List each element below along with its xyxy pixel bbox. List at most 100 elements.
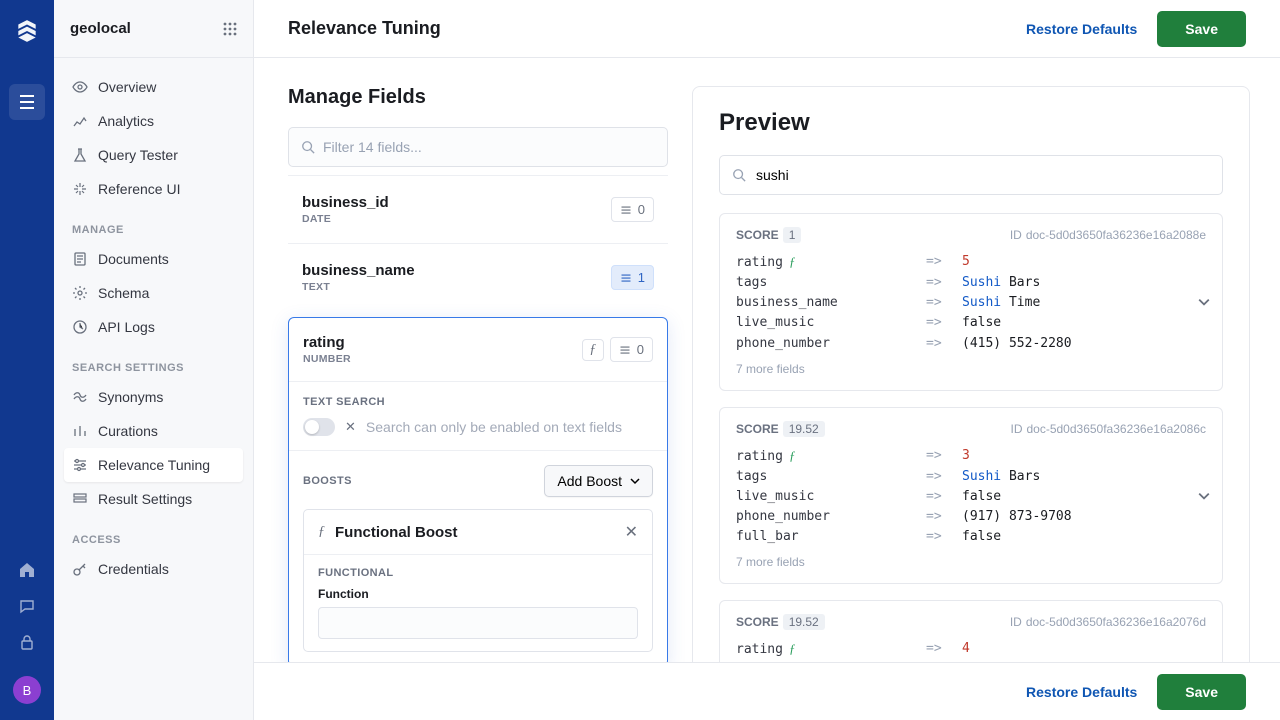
field-row-business-name[interactable]: business_name TEXT 1 xyxy=(288,243,668,311)
nav-synonyms[interactable]: Synonyms xyxy=(64,380,243,414)
result-key: phone_number xyxy=(736,507,926,527)
flask-icon xyxy=(72,147,88,163)
preview-heading: Preview xyxy=(719,109,1223,137)
nav-result-settings[interactable]: Result Settings xyxy=(64,482,243,516)
arrow: => xyxy=(926,293,962,313)
boost-title: Functional Boost xyxy=(335,524,615,541)
function-icon: ƒ xyxy=(318,524,325,540)
sliders-icon xyxy=(72,457,88,473)
text-search-label: TEXT SEARCH xyxy=(303,396,653,408)
chat-icon[interactable] xyxy=(9,588,45,624)
arrow: => xyxy=(926,639,962,660)
nav-section-access: ACCESS xyxy=(64,516,243,552)
search-icon xyxy=(732,168,746,182)
disabled-icon: ✕ xyxy=(345,419,356,435)
result-key: ratingƒ xyxy=(736,252,926,273)
restore-defaults-link[interactable]: Restore Defaults xyxy=(1026,21,1137,37)
filter-fields-input[interactable] xyxy=(323,139,655,155)
nav-api-logs[interactable]: API Logs xyxy=(64,310,243,344)
arrow: => xyxy=(926,446,962,467)
boost-count-badge: 0 xyxy=(611,197,654,222)
nav-relevance-tuning[interactable]: Relevance Tuning xyxy=(64,448,243,482)
nav-overview[interactable]: Overview xyxy=(64,70,243,104)
engine-name: geolocal xyxy=(70,20,223,37)
doc-id: IDdoc-5d0d3650fa36236e16a2076d xyxy=(1010,615,1206,629)
nav-label: Overview xyxy=(98,79,156,95)
chevron-down-icon[interactable] xyxy=(1198,490,1210,502)
result-key: live_music xyxy=(736,487,926,507)
field-row-business-id[interactable]: business_id DATE 0 xyxy=(288,175,668,243)
text-search-toggle xyxy=(303,418,335,436)
nav: Overview Analytics Query Tester Referenc… xyxy=(54,58,253,598)
text-search-disabled-msg: Search can only be enabled on text field… xyxy=(366,419,622,435)
restore-defaults-link-bottom[interactable]: Restore Defaults xyxy=(1026,684,1137,700)
field-type: DATE xyxy=(302,213,611,225)
close-icon[interactable]: ✕ xyxy=(625,522,638,542)
home-icon[interactable] xyxy=(9,552,45,588)
clock-icon xyxy=(72,319,88,335)
result-key: tags xyxy=(736,467,926,487)
arrow: => xyxy=(926,487,962,507)
nav-label: Analytics xyxy=(98,113,154,129)
preview-search-input[interactable] xyxy=(756,167,1210,183)
nav-section-manage: MANAGE xyxy=(64,206,243,242)
nav-label: API Logs xyxy=(98,319,155,335)
result-key: phone_number xyxy=(736,334,926,354)
arrow: => xyxy=(926,273,962,293)
nav-analytics[interactable]: Analytics xyxy=(64,104,243,138)
nav-label: Reference UI xyxy=(98,181,180,197)
doc-id: IDdoc-5d0d3650fa36236e16a2086c xyxy=(1010,422,1206,436)
function-select[interactable] xyxy=(318,607,638,639)
add-boost-button[interactable]: Add Boost xyxy=(544,465,653,497)
field-name: rating xyxy=(303,334,582,351)
result-fields: ratingƒ=>3tags=>Sushi Barslive_music=>fa… xyxy=(736,446,1206,548)
nav-section-search: SEARCH SETTINGS xyxy=(64,344,243,380)
nav-rail: B xyxy=(0,0,54,720)
nav-credentials[interactable]: Credentials xyxy=(64,552,243,586)
search-icon xyxy=(301,140,315,154)
arrow: => xyxy=(926,313,962,333)
synonyms-icon xyxy=(72,389,88,405)
lock-icon[interactable] xyxy=(9,624,45,660)
result-key: live_music xyxy=(736,313,926,333)
nav-label: Credentials xyxy=(98,561,169,577)
user-avatar[interactable]: B xyxy=(13,676,41,704)
nav-documents[interactable]: Documents xyxy=(64,242,243,276)
result-fields: ratingƒ=>5tags=>Sushi Barsbusiness_name=… xyxy=(736,252,1206,354)
more-fields: 7 more fields xyxy=(736,362,1206,376)
apps-icon[interactable] xyxy=(223,22,237,36)
product-logo[interactable] xyxy=(14,18,40,44)
nav-schema[interactable]: Schema xyxy=(64,276,243,310)
nav-label: Schema xyxy=(98,285,149,301)
results-icon xyxy=(72,491,88,507)
sliders-icon xyxy=(619,344,631,356)
sliders-icon xyxy=(620,272,632,284)
function-label: Function xyxy=(318,587,638,601)
field-row-rating[interactable]: rating NUMBER ƒ 0 xyxy=(289,318,667,381)
eye-icon xyxy=(72,79,88,95)
result-key: tags xyxy=(736,273,926,293)
result-card: SCORE1 IDdoc-5d0d3650fa36236e16a2088e ra… xyxy=(719,213,1223,391)
save-button-bottom[interactable]: Save xyxy=(1157,674,1246,710)
nav-curations[interactable]: Curations xyxy=(64,414,243,448)
manage-fields-panel: Manage Fields business_id DATE 0 busines… xyxy=(288,86,668,720)
boost-count-badge: 0 xyxy=(610,337,653,362)
filter-fields-box[interactable] xyxy=(288,127,668,167)
nav-reference-ui[interactable]: Reference UI xyxy=(64,172,243,206)
nav-label: Curations xyxy=(98,423,158,439)
score-label: SCORE1 xyxy=(736,228,801,242)
result-key: ratingƒ xyxy=(736,639,926,660)
preview-search-box[interactable] xyxy=(719,155,1223,195)
chart-icon xyxy=(72,113,88,129)
arrow: => xyxy=(926,467,962,487)
documents-icon xyxy=(72,251,88,267)
main: Relevance Tuning Restore Defaults Save M… xyxy=(254,0,1280,720)
doc-id: IDdoc-5d0d3650fa36236e16a2088e xyxy=(1010,228,1206,242)
chevron-down-icon xyxy=(630,476,640,486)
menu-toggle[interactable] xyxy=(9,84,45,120)
nav-query-tester[interactable]: Query Tester xyxy=(64,138,243,172)
field-name: business_name xyxy=(302,262,611,279)
chevron-down-icon[interactable] xyxy=(1198,296,1210,308)
key-icon xyxy=(72,561,88,577)
save-button[interactable]: Save xyxy=(1157,11,1246,47)
